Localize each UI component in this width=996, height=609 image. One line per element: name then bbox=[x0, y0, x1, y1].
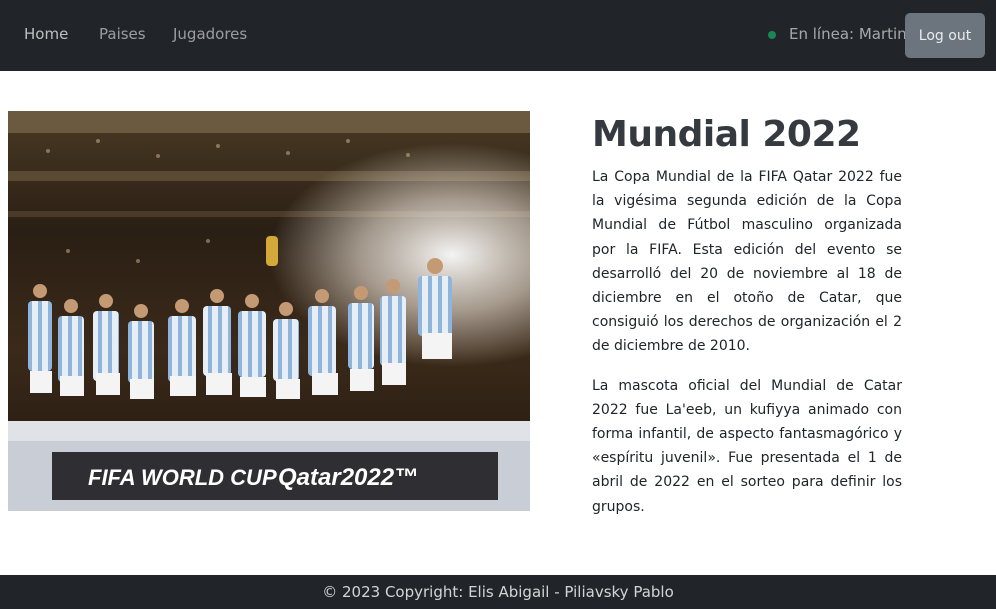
footer: © 2023 Copyright: Elis Abigail - Piliavs… bbox=[0, 575, 996, 609]
top-navbar: Home Paises Jugadores En línea: Martin L… bbox=[0, 0, 996, 71]
logout-button[interactable]: Log out bbox=[905, 13, 985, 58]
nav-link-paises[interactable]: Paises bbox=[99, 25, 146, 43]
nav-link-home[interactable]: Home bbox=[24, 25, 68, 43]
article-section: Mundial 2022 La Copa Mundial de la FIFA … bbox=[592, 113, 902, 519]
nav-link-jugadores[interactable]: Jugadores bbox=[173, 25, 247, 43]
footer-copyright: © 2023 Copyright: Elis Abigail - Piliavs… bbox=[322, 583, 674, 601]
online-status-icon bbox=[768, 31, 776, 39]
svg-text:FIFA WORLD CUP: FIFA WORLD CUP bbox=[88, 465, 277, 490]
online-user-label: En línea: Martin bbox=[789, 25, 907, 43]
page-title: Mundial 2022 bbox=[592, 114, 861, 155]
hero-photo: FIFA WORLD CUP Qatar2022™ bbox=[8, 111, 530, 511]
article-paragraph: La Copa Mundial de la FIFA Qatar 2022 fu… bbox=[592, 169, 902, 355]
article-paragraph: La mascota oficial del Mundial de Catar … bbox=[592, 377, 902, 515]
svg-text:Qatar2022™: Qatar2022™ bbox=[278, 464, 418, 491]
